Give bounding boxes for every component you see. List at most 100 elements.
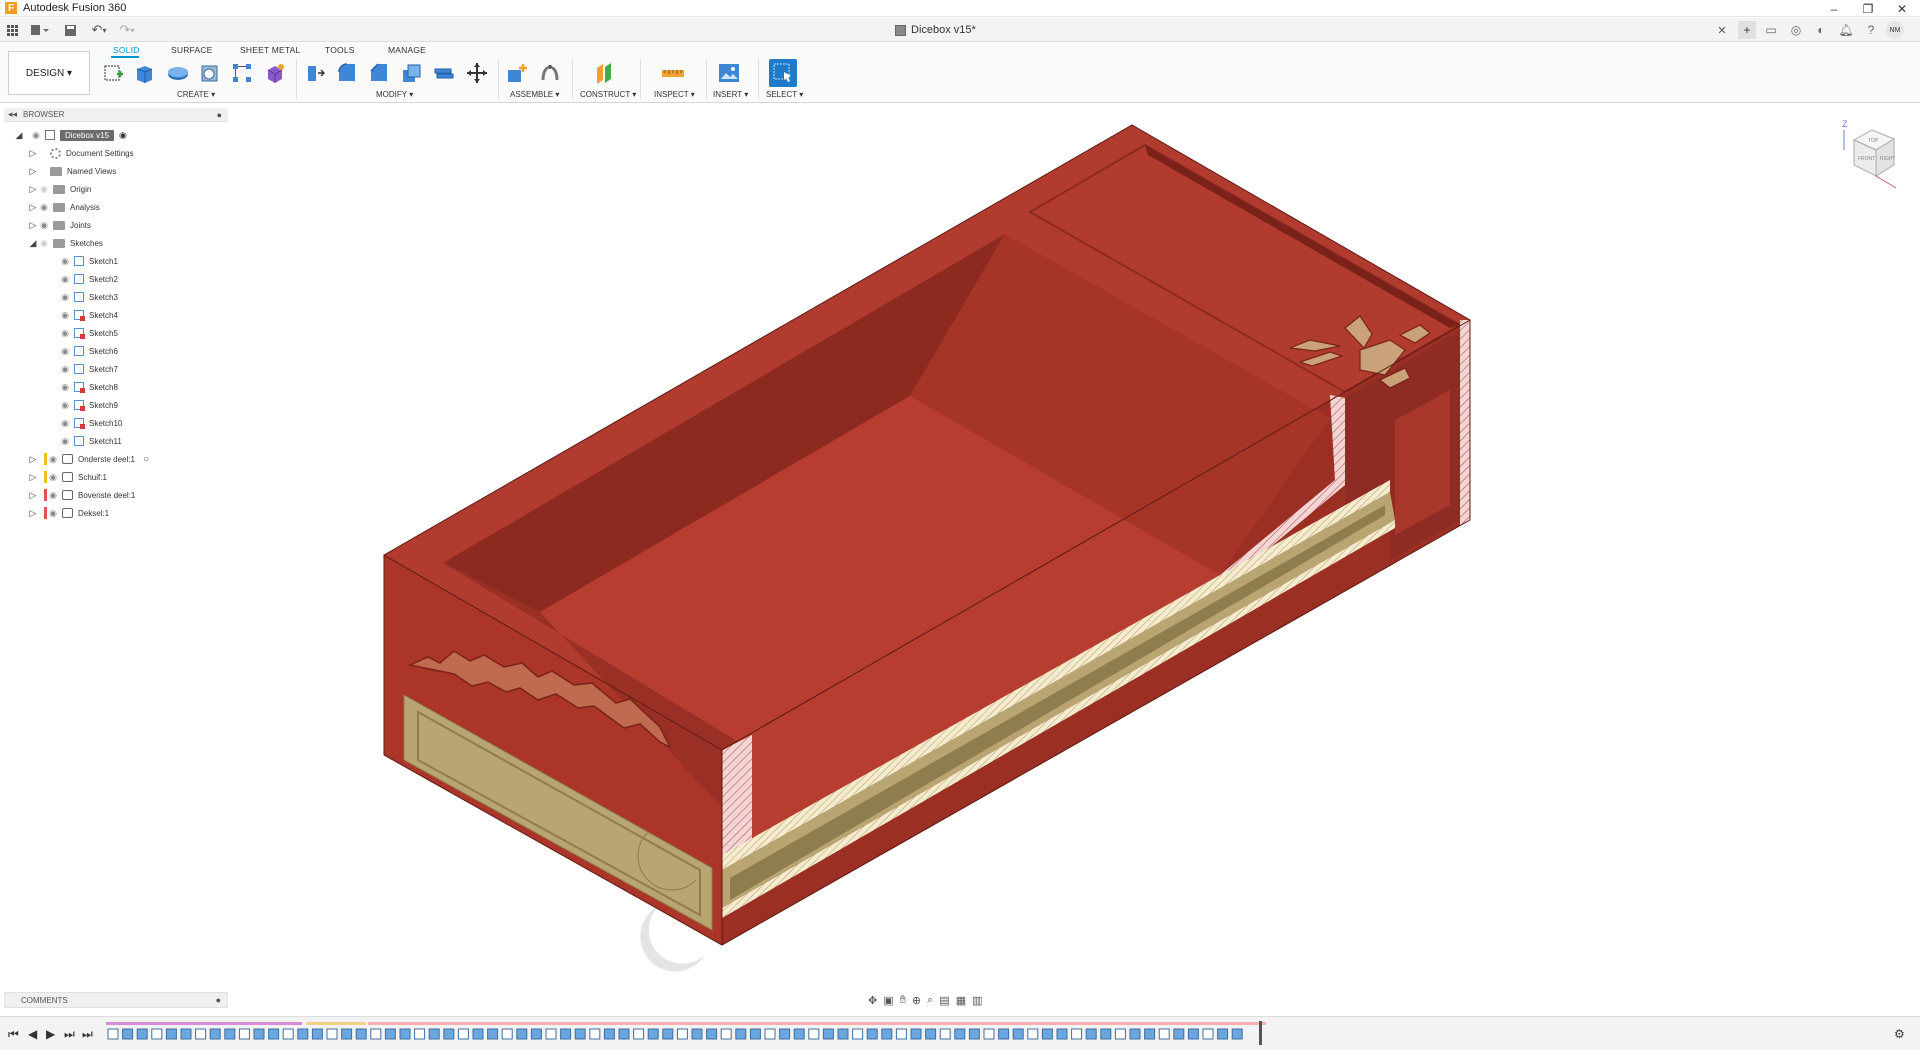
timeline-feature-icon bbox=[399, 1028, 411, 1040]
timeline-feature-icon bbox=[1129, 1028, 1141, 1040]
timeline-feature-icon bbox=[1114, 1028, 1126, 1040]
timeline-feature-icon bbox=[268, 1028, 280, 1040]
timeline-feature-icon bbox=[749, 1028, 761, 1040]
timeline-feature-icon bbox=[165, 1028, 177, 1040]
look-at-icon[interactable]: ▣ bbox=[883, 994, 893, 1007]
timeline-feature-icon bbox=[341, 1028, 353, 1040]
step-forward-icon[interactable]: ⏭ bbox=[64, 1027, 75, 1042]
timeline-feature-icon bbox=[107, 1028, 119, 1040]
timeline-feature-icon bbox=[866, 1028, 878, 1040]
timeline-feature-icon bbox=[370, 1028, 382, 1040]
timeline-feature-icon bbox=[706, 1028, 718, 1040]
timeline-feature-icon bbox=[180, 1028, 192, 1040]
timeline-feature-icon bbox=[1158, 1028, 1170, 1040]
step-back-icon[interactable]: ◀ bbox=[28, 1027, 37, 1041]
timeline-feature-icon bbox=[311, 1028, 323, 1040]
timeline-feature-icon bbox=[224, 1028, 236, 1040]
timeline-feature-icon bbox=[793, 1028, 805, 1040]
timeline-feature-icon bbox=[297, 1028, 309, 1040]
timeline-feature-icon bbox=[282, 1028, 294, 1040]
timeline-feature-icon bbox=[122, 1028, 134, 1040]
timeline-feature-icon bbox=[720, 1028, 732, 1040]
timeline-feature-icon bbox=[1187, 1028, 1199, 1040]
timeline-feature-icon bbox=[1056, 1028, 1068, 1040]
timeline-feature-icon bbox=[808, 1028, 820, 1040]
timeline-settings-gear-icon[interactable]: ⚙ bbox=[1894, 1027, 1905, 1041]
timeline-feature-icon bbox=[545, 1028, 557, 1040]
timeline-feature-icon bbox=[589, 1028, 601, 1040]
timeline-feature-icon bbox=[195, 1028, 207, 1040]
comments-label: COMMENTS bbox=[21, 995, 68, 1005]
design-canvas[interactable] bbox=[0, 0, 1920, 1050]
zoom-icon[interactable]: ⊕ bbox=[912, 994, 921, 1007]
timeline-feature-icon bbox=[560, 1028, 572, 1040]
timeline-feature-icon bbox=[764, 1028, 776, 1040]
go-to-end-icon[interactable]: ⏭ bbox=[82, 1027, 93, 1042]
timeline-feature-icon bbox=[633, 1028, 645, 1040]
timeline-feature-icon bbox=[443, 1028, 455, 1040]
timeline-feature-icon bbox=[487, 1028, 499, 1040]
timeline-feature-icon bbox=[983, 1028, 995, 1040]
timeline-feature-icon bbox=[1217, 1028, 1229, 1040]
play-icon[interactable]: ▶ bbox=[46, 1027, 55, 1041]
go-to-start-icon[interactable]: ⏮ bbox=[8, 1027, 19, 1042]
display-settings-icon[interactable]: ▤ bbox=[939, 994, 949, 1007]
timeline-feature-icon bbox=[910, 1028, 922, 1040]
timeline-feature-icon bbox=[837, 1028, 849, 1040]
navigation-bar: ✥ ▣ ✋︎ ⊕ ⌕ ▤ ▦ ▥ bbox=[868, 992, 1048, 1009]
viewports-icon[interactable]: ▥ bbox=[972, 994, 982, 1007]
timeline-feature-icon bbox=[925, 1028, 937, 1040]
timeline-feature-icon bbox=[1071, 1028, 1083, 1040]
timeline-feature-icon bbox=[414, 1028, 426, 1040]
timeline-feature-icon bbox=[428, 1028, 440, 1040]
timeline-feature-icon bbox=[676, 1028, 688, 1040]
timeline-feature-icon bbox=[939, 1028, 951, 1040]
timeline-feature-icon bbox=[136, 1028, 148, 1040]
timeline-feature-icon bbox=[253, 1028, 265, 1040]
timeline-feature-icon bbox=[822, 1028, 834, 1040]
fit-icon[interactable]: ⌕ bbox=[927, 994, 933, 1007]
timeline-feature-icon bbox=[384, 1028, 396, 1040]
timeline-feature-icon bbox=[238, 1028, 250, 1040]
timeline-feature-icon bbox=[881, 1028, 893, 1040]
timeline-feature-icon bbox=[1041, 1028, 1053, 1040]
timeline-feature-icon bbox=[603, 1028, 615, 1040]
timeline-feature-icon bbox=[1173, 1028, 1185, 1040]
timeline-feature-icon bbox=[1085, 1028, 1097, 1040]
timeline-feature-icon bbox=[209, 1028, 221, 1040]
section-cut-right-edge bbox=[1460, 320, 1470, 525]
timeline-feature-icon bbox=[574, 1028, 586, 1040]
timeline-feature-icon bbox=[151, 1028, 163, 1040]
timeline-feature-icon bbox=[998, 1028, 1010, 1040]
section-cut-front bbox=[722, 735, 752, 855]
timeline-features[interactable] bbox=[106, 1021, 1266, 1047]
timeline-feature-icon bbox=[1144, 1028, 1156, 1040]
timeline-feature-icon bbox=[1231, 1028, 1243, 1040]
timeline-feature-icon bbox=[516, 1028, 528, 1040]
timeline-feature-icon bbox=[618, 1028, 630, 1040]
timeline-feature-icon bbox=[968, 1028, 980, 1040]
timeline-feature-icon bbox=[895, 1028, 907, 1040]
comments-panel[interactable]: COMMENTS ● bbox=[4, 992, 228, 1008]
orbit-icon[interactable]: ✥ bbox=[868, 994, 877, 1007]
timeline-feature-icon bbox=[326, 1028, 338, 1040]
timeline-feature-icon bbox=[735, 1028, 747, 1040]
pan-icon[interactable]: ✋︎ bbox=[900, 994, 906, 1007]
timeline-feature-icon bbox=[691, 1028, 703, 1040]
timeline-feature-icon bbox=[472, 1028, 484, 1040]
timeline-feature-icon bbox=[457, 1028, 469, 1040]
timeline-feature-icon bbox=[647, 1028, 659, 1040]
timeline-feature-icon bbox=[1202, 1028, 1214, 1040]
timeline-feature-icon bbox=[501, 1028, 513, 1040]
add-comment-icon[interactable]: ● bbox=[216, 995, 221, 1005]
timeline-feature-icon bbox=[662, 1028, 674, 1040]
timeline-feature-icon bbox=[1012, 1028, 1024, 1040]
grid-settings-icon[interactable]: ▦ bbox=[956, 994, 966, 1007]
timeline-feature-icon bbox=[355, 1028, 367, 1040]
timeline-feature-icon bbox=[1100, 1028, 1112, 1040]
timeline: ⏮ ◀ ▶ ⏭ ⏭ ⚙ bbox=[0, 1016, 1920, 1050]
timeline-feature-icon bbox=[954, 1028, 966, 1040]
timeline-feature-icon bbox=[779, 1028, 791, 1040]
timeline-feature-icon bbox=[530, 1028, 542, 1040]
timeline-feature-icon bbox=[1027, 1028, 1039, 1040]
